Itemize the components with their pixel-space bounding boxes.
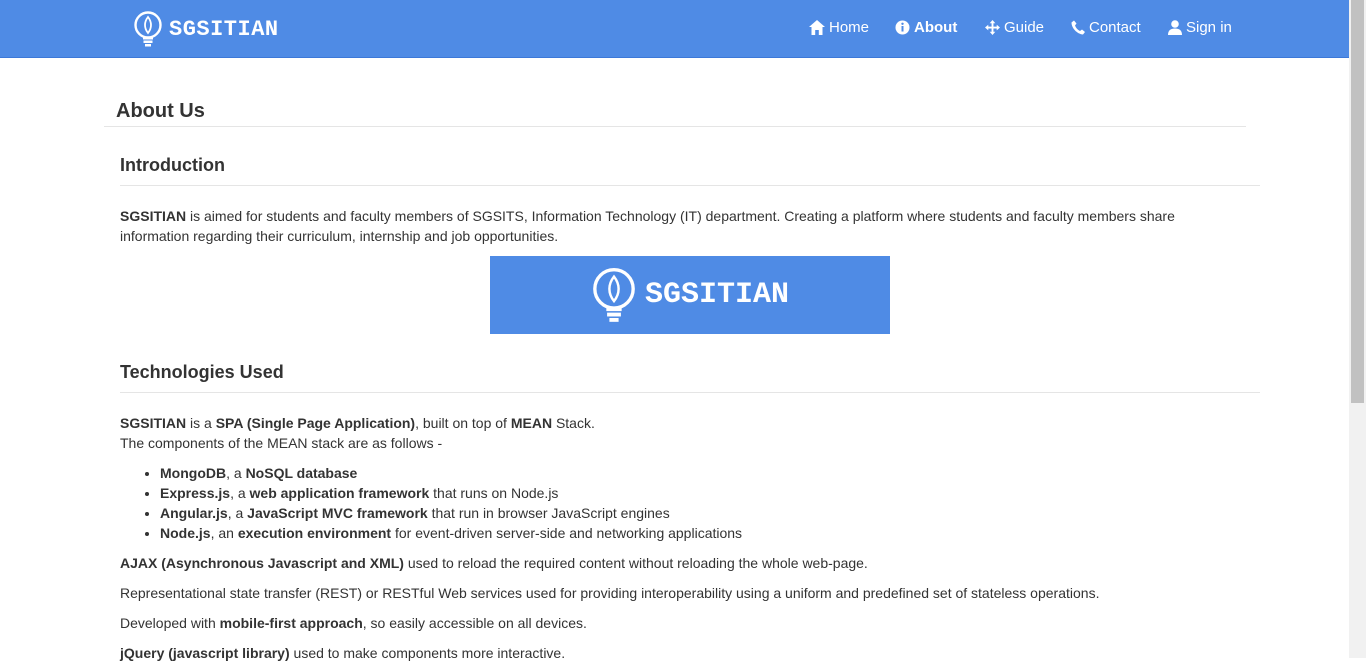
tech-text-3: Stack. (552, 415, 595, 431)
introduction-text: SGSITIAN is aimed for students and facul… (120, 206, 1175, 246)
ajax-bold: AJAX (Asynchronous Javascript and XML) (120, 555, 404, 571)
stack-name: Node.js (160, 525, 211, 541)
home-icon (809, 20, 825, 35)
brand-logo[interactable]: SGSITIAN (133, 11, 279, 47)
stack-desc-bold: JavaScript MVC framework (247, 505, 428, 521)
stack-desc: that run in browser JavaScript engines (427, 505, 670, 521)
stack-sep: , an (210, 525, 238, 541)
stack-desc-bold: execution environment (237, 525, 392, 541)
stack-sep: , a (226, 465, 246, 481)
tech-components-line: The components of the MEAN stack are as … (120, 435, 443, 451)
nav-guide[interactable]: Guide (985, 19, 1044, 36)
stack-desc-bold: NoSQL database (245, 465, 358, 481)
tech-mean: MEAN (510, 415, 553, 431)
stack-name: Express.js (160, 485, 231, 501)
tech-brand: SGSITIAN (120, 415, 187, 431)
nav-home[interactable]: Home (809, 19, 869, 36)
mobile-text-2: , so easily accessible on all devices. (362, 615, 587, 631)
list-item: Angular.js, a JavaScript MVC framework t… (160, 503, 742, 523)
stack-sep: , a (227, 505, 248, 521)
introduction-heading: Introduction (120, 155, 225, 175)
lightbulb-icon (134, 11, 162, 47)
ajax-text: AJAX (Asynchronous Javascript and XML) u… (120, 553, 868, 573)
move-icon (985, 20, 1000, 35)
nav-contact[interactable]: Contact (1071, 19, 1141, 36)
nav-home-label: Home (829, 19, 870, 36)
sgsitian-banner: SGSITIAN (490, 256, 890, 334)
mobile-bold: mobile-first approach (219, 615, 363, 631)
technologies-divider (120, 392, 1260, 393)
lightbulb-icon (593, 268, 635, 322)
ajax-desc: used to reload the required content with… (403, 555, 868, 571)
tech-text-1: is a (186, 415, 216, 431)
nav-about[interactable]: About (895, 19, 957, 36)
introduction-divider (120, 185, 1260, 186)
nav-sign-in[interactable]: Sign in (1168, 19, 1232, 36)
brand-name: SGSITIAN (169, 16, 279, 42)
jquery-text: jQuery (javascript library) used to make… (120, 643, 565, 663)
nav-about-label: About (914, 19, 958, 36)
rest-text: Representational state transfer (REST) o… (120, 585, 1100, 601)
stack-desc: for event-driven server-side and network… (391, 525, 743, 541)
navbar: SGSITIAN Home About Guide Contact Sign i… (0, 0, 1349, 58)
jquery-desc: used to make components more interactive… (289, 645, 566, 661)
stack-desc-bold: web application framework (249, 485, 430, 501)
info-icon (895, 20, 910, 35)
title-divider (104, 126, 1246, 127)
technologies-intro: SGSITIAN is a SPA (Single Page Applicati… (120, 413, 595, 453)
stack-desc: that runs on Node.js (429, 485, 559, 501)
intro-line1: is aimed for students and faculty member… (186, 208, 1175, 224)
mobile-text: Developed with mobile-first approach, so… (120, 613, 587, 633)
list-item: Express.js, a web application framework … (160, 483, 742, 503)
stack-name: Angular.js (160, 505, 228, 521)
stack-name: MongoDB (160, 465, 227, 481)
nav-sign-in-label: Sign in (1186, 19, 1232, 36)
vertical-scrollbar[interactable] (1349, 0, 1366, 658)
nav-contact-label: Contact (1089, 19, 1141, 36)
banner-text: SGSITIAN (644, 278, 790, 312)
jquery-bold: jQuery (javascript library) (120, 645, 290, 661)
scrollbar-thumb[interactable] (1351, 0, 1364, 403)
stack-sep: , a (230, 485, 250, 501)
page-title: About Us (116, 100, 205, 122)
intro-brand: SGSITIAN (120, 208, 187, 224)
tech-spa: SPA (Single Page Application) (215, 415, 416, 431)
technologies-heading: Technologies Used (120, 362, 284, 382)
list-item: Node.js, an execution environment for ev… (160, 523, 742, 543)
mean-stack-list: MongoDB, a NoSQL database Express.js, a … (120, 463, 742, 543)
tech-text-2: , built on top of (415, 415, 511, 431)
mobile-text-1: Developed with (120, 615, 220, 631)
phone-icon (1071, 20, 1085, 35)
user-icon (1168, 20, 1182, 35)
list-item: MongoDB, a NoSQL database (160, 463, 742, 483)
intro-line2: information regarding their curriculum, … (120, 228, 559, 244)
nav-guide-label: Guide (1004, 19, 1045, 36)
